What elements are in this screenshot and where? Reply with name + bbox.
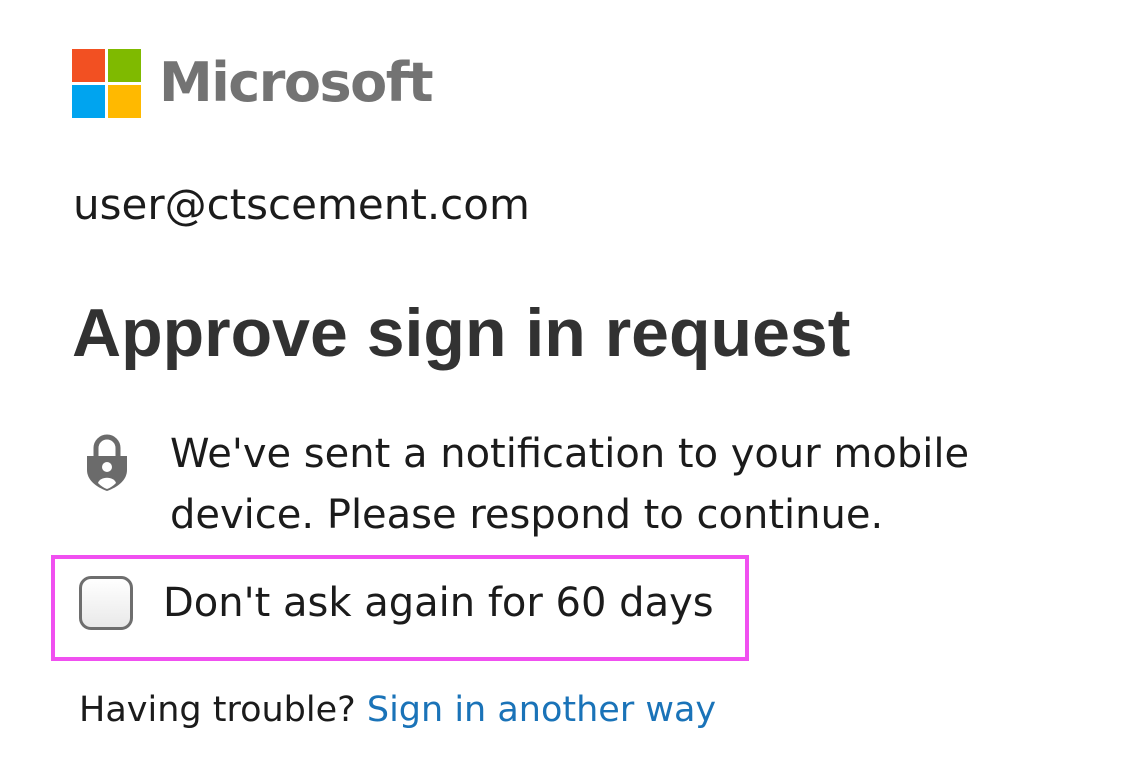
notification-notice: We've sent a notification to your mobile… <box>84 424 1020 546</box>
remember-option[interactable]: Don't ask again for 60 days <box>79 576 714 630</box>
logo-square-blue <box>72 85 105 118</box>
microsoft-logo: Microsoft <box>72 49 434 118</box>
logo-square-green <box>108 49 141 82</box>
page-title: Approve sign in request <box>72 295 851 371</box>
help-row: Having trouble? Sign in another way <box>79 690 716 730</box>
logo-wordmark: Microsoft <box>159 50 434 114</box>
microsoft-logo-icon <box>72 49 141 118</box>
logo-square-yellow <box>108 85 141 118</box>
dont-ask-again-checkbox[interactable] <box>79 576 133 630</box>
dont-ask-again-label[interactable]: Don't ask again for 60 days <box>163 580 714 626</box>
sign-in-another-way-link[interactable]: Sign in another way <box>367 690 716 730</box>
lock-shield-icon <box>87 434 127 491</box>
having-trouble-text: Having trouble? <box>79 690 356 730</box>
account-email: user@ctscement.com <box>73 180 530 229</box>
notice-text: We've sent a notification to your mobile… <box>170 431 970 538</box>
logo-square-red <box>72 49 105 82</box>
